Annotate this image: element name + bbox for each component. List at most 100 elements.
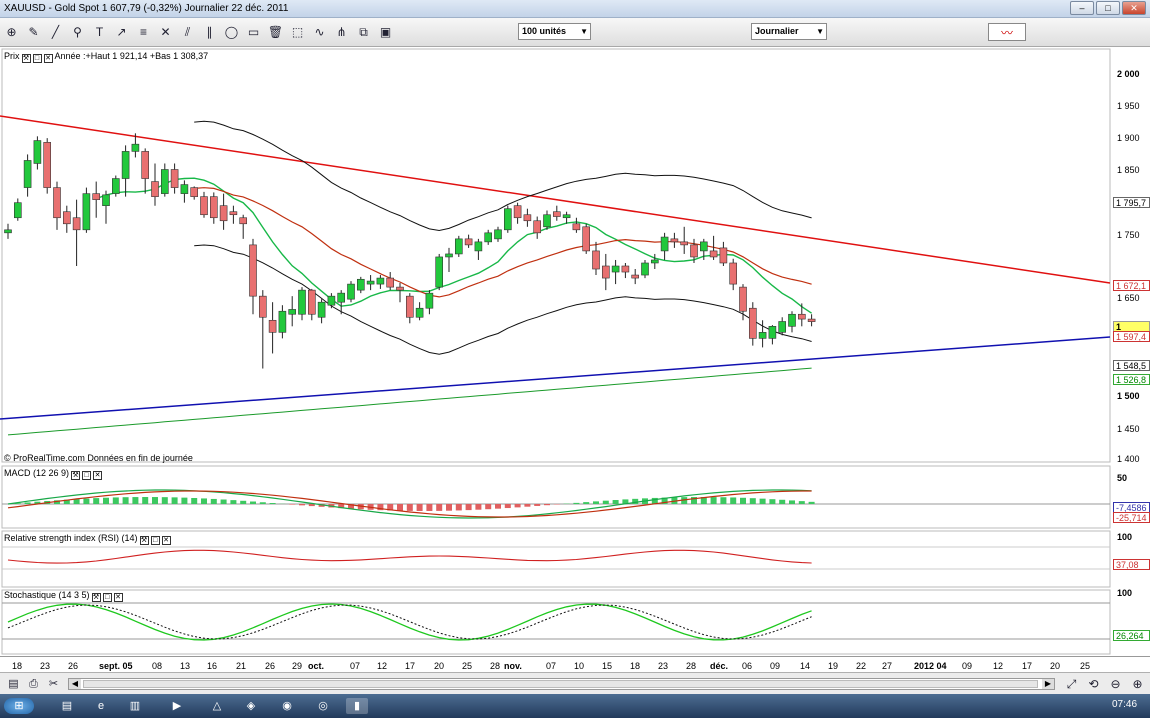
- candle: [43, 142, 52, 188]
- magnifier-icon[interactable]: ⚲: [68, 23, 87, 41]
- candle: [739, 286, 747, 312]
- scissors-icon[interactable]: ✂: [44, 675, 63, 693]
- zoom-icon[interactable]: ⊕: [2, 23, 21, 41]
- x-tick-label: oct.: [308, 661, 325, 671]
- window-icon[interactable]: □: [32, 54, 42, 63]
- taskbar: ⊞ ▤ e ▥ ▶ △ ◈ ◉ ◎ ▮ 07:46: [0, 694, 1150, 718]
- text-icon[interactable]: T: [90, 23, 109, 41]
- macd-histogram-bar: [299, 504, 305, 506]
- window-icon[interactable]: □: [102, 593, 112, 602]
- candle: [14, 202, 22, 219]
- candle: [543, 214, 551, 228]
- pencil-icon[interactable]: ✎: [24, 23, 43, 41]
- candle: [307, 289, 316, 315]
- wrench-icon[interactable]: ⚒: [91, 593, 101, 602]
- zoom-reset-icon[interactable]: ⟲: [1084, 675, 1103, 693]
- close-icon[interactable]: ✕: [1122, 1, 1146, 15]
- zoom-out-icon[interactable]: ⊖: [1106, 675, 1125, 693]
- ellipse-icon[interactable]: ◯: [222, 23, 241, 41]
- toolbar: ⊕ ✎ ╱ ⚲ T ↗ ≡ ✕ ⫽ ∥ ◯ ▭ 🗑 ⬚ ∿ ⋔ ⧉ ▣ 100 …: [0, 18, 1150, 47]
- app-icon[interactable]: ◈: [240, 698, 262, 714]
- prorealtime-icon[interactable]: ▮: [346, 698, 368, 714]
- line-tool-icon[interactable]: ╱: [46, 23, 65, 41]
- chart-area[interactable]: Prix ⚒ □ ✕ Année :+Haut 1 921,14 +Bas 1 308…: [0, 47, 1150, 656]
- trash-icon[interactable]: 🗑: [266, 23, 285, 41]
- macd-histogram-bar: [485, 504, 492, 510]
- parallel-icon[interactable]: ∥: [200, 23, 219, 41]
- app-icon[interactable]: ◉: [276, 698, 298, 714]
- browser-icon[interactable]: e: [90, 698, 112, 714]
- wrench-icon[interactable]: ⚒: [71, 471, 81, 480]
- horizontal-scrollbar[interactable]: ◀ ▶: [68, 678, 1055, 690]
- rectangle-icon[interactable]: ▭: [244, 23, 263, 41]
- macd-histogram-bar: [612, 500, 619, 504]
- macd-histogram-bar: [171, 497, 178, 504]
- candle: [278, 310, 287, 333]
- candle: [660, 236, 669, 252]
- select-icon[interactable]: ⬚: [288, 23, 307, 41]
- pitchfork-icon[interactable]: ⋔: [332, 23, 351, 41]
- scroll-left-icon[interactable]: ◀: [69, 679, 81, 689]
- window-icon[interactable]: □: [82, 471, 92, 480]
- minimize-icon[interactable]: –: [1070, 1, 1094, 15]
- candle: [709, 250, 718, 258]
- media-icon[interactable]: ▶: [166, 698, 188, 714]
- macd-histogram-bar: [740, 497, 746, 504]
- zoom-fit-icon[interactable]: ⤢: [1062, 675, 1081, 693]
- upper-bollinger-band: [194, 120, 812, 232]
- start-icon[interactable]: ⊞: [4, 698, 34, 714]
- wrench-icon[interactable]: ⚒: [21, 54, 31, 63]
- candle: [121, 151, 130, 179]
- close-panel-icon[interactable]: ✕: [93, 471, 103, 480]
- units-select[interactable]: 100 unités ▼: [518, 23, 591, 40]
- macd-histogram-bar: [397, 504, 403, 511]
- candle: [288, 309, 297, 315]
- indicator-icon[interactable]: ∿: [310, 23, 329, 41]
- macd-histogram-bar: [406, 504, 413, 511]
- candle: [268, 319, 277, 333]
- candle: [631, 274, 640, 279]
- scroll-thumb[interactable]: [83, 680, 1038, 688]
- explorer-icon[interactable]: ▤: [56, 698, 78, 714]
- scroll-right-icon[interactable]: ▶: [1042, 679, 1054, 689]
- x-tick-label: 06: [742, 661, 753, 671]
- rectangle-select-icon[interactable]: ⧉: [354, 23, 373, 41]
- period-select[interactable]: Journalier ▼: [751, 23, 827, 40]
- print-icon[interactable]: ⎙: [24, 675, 43, 693]
- close-panel-icon[interactable]: ✕: [113, 593, 123, 602]
- candle: [435, 256, 444, 288]
- macd-histogram-bar: [191, 497, 198, 504]
- candle: [582, 226, 591, 252]
- candle: [719, 247, 728, 264]
- candle: [82, 193, 91, 231]
- macd-histogram-bar: [220, 499, 227, 504]
- candle: [396, 286, 404, 291]
- window-icon[interactable]: ▣: [376, 23, 395, 41]
- vlc-icon[interactable]: △: [206, 698, 228, 714]
- zoom-in-icon[interactable]: ⊕: [1128, 675, 1147, 693]
- candle: [562, 214, 571, 219]
- price-chart[interactable]: [0, 47, 1150, 656]
- maximize-icon[interactable]: □: [1096, 1, 1120, 15]
- arrow-icon[interactable]: ↗: [112, 23, 131, 41]
- close-panel-icon[interactable]: ✕: [43, 54, 53, 63]
- candle: [62, 211, 71, 225]
- x-tick-label: 17: [1022, 661, 1033, 671]
- fibonacci-icon[interactable]: ≡: [134, 23, 153, 41]
- indicators-chart-icon[interactable]: 〰: [988, 23, 1026, 41]
- x-tick-label: 15: [602, 661, 613, 671]
- app-icon[interactable]: ◎: [312, 698, 334, 714]
- close-panel-icon[interactable]: ✕: [161, 536, 171, 545]
- folder-icon[interactable]: ▥: [124, 698, 146, 714]
- x-tick-label: 20: [1050, 661, 1061, 671]
- macd-histogram-bar: [504, 504, 511, 509]
- delete-icon[interactable]: ✕: [156, 23, 175, 41]
- candle: [729, 262, 738, 285]
- wrench-icon[interactable]: ⚒: [139, 536, 149, 545]
- folder-icon[interactable]: ▤: [4, 675, 23, 693]
- channel-icon[interactable]: ⫽: [178, 23, 197, 41]
- window-icon[interactable]: □: [150, 536, 160, 545]
- candle: [601, 265, 610, 279]
- window-title: XAUUSD - Gold Spot 1 607,79 (-0,32%) Jou…: [4, 3, 289, 14]
- value-box-lower-band: 1 548,5: [1113, 360, 1150, 371]
